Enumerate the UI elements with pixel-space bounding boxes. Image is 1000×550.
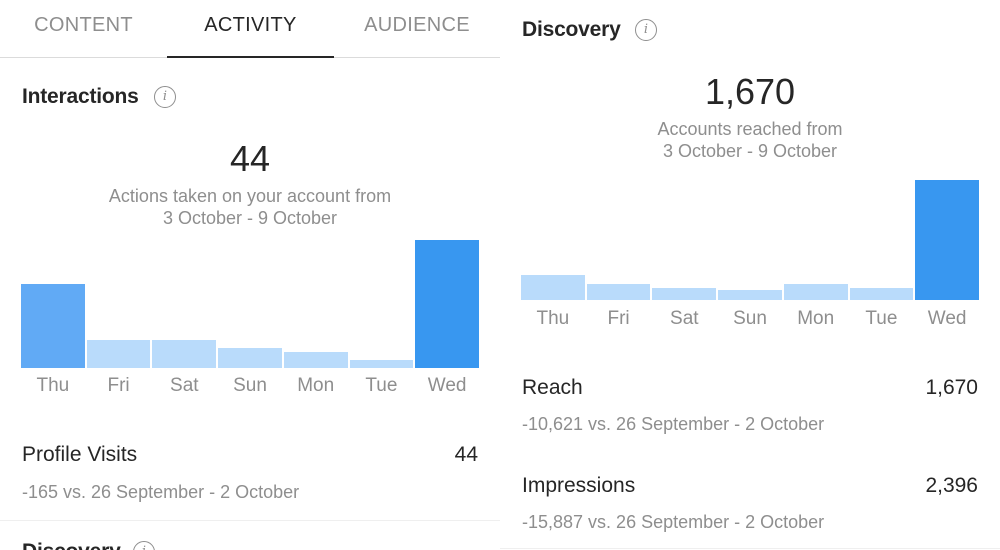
discovery-bar-sat[interactable] [652, 287, 717, 300]
info-icon[interactable]: i [133, 541, 155, 550]
discovery-chart-labels: Thu Fri Sat Sun Mon Tue Wed [521, 308, 979, 334]
metric-comparison: -15,887 vs. 26 September - 2 October [522, 512, 825, 532]
discovery-bar-mon[interactable] [783, 284, 848, 300]
discovery-subtitle-line1: Accounts reached from [657, 119, 843, 139]
interactions-subtitle-line1: Actions taken on your account from [108, 186, 392, 206]
tab-activity[interactable]: ACTIVITY [167, 0, 334, 58]
discovery-label-thu: Thu [536, 308, 570, 329]
metric-name: Impressions [522, 474, 636, 497]
profile-visits-row[interactable]: Profile Visits 44 -165 vs. 26 September … [0, 440, 500, 510]
divider [0, 520, 500, 521]
discovery-bar-thu[interactable] [521, 275, 585, 300]
interactions-bar-thu[interactable] [21, 284, 85, 368]
metric-comparison: -10,621 vs. 26 September - 2 October [522, 414, 825, 434]
discovery-bar-fri[interactable] [586, 284, 651, 300]
metric-value: 2,396 [925, 474, 978, 497]
discovery-title: Discovery [522, 18, 621, 41]
interactions-label-mon: Mon [297, 375, 335, 396]
discovery-total: 1,670 [704, 71, 796, 112]
interactions-label-sat: Sat [170, 375, 199, 396]
discovery-label-tue: Tue [865, 308, 898, 329]
discovery-label-sat: Sat [670, 308, 699, 329]
interactions-bar-sat[interactable] [152, 340, 217, 368]
insights-tab-bar: CONTENT ACTIVITY AUDIENCE [0, 0, 500, 58]
interactions-total: 44 [229, 138, 271, 179]
interactions-label-fri: Fri [107, 375, 130, 396]
discovery-label-fri: Fri [607, 308, 630, 329]
tab-content[interactable]: CONTENT [0, 0, 167, 58]
interactions-subtitle-line2: 3 October - 9 October [162, 208, 338, 228]
interactions-label-tue: Tue [365, 375, 398, 396]
discovery-bar-chart [521, 180, 979, 300]
discovery-bar-wed[interactable] [915, 180, 979, 300]
discovery-panel: Discovery i 1,670 Accounts reached from … [500, 0, 1000, 550]
interactions-label-sun: Sun [233, 375, 267, 396]
interactions-title: Interactions [22, 85, 139, 108]
metric-name: Profile Visits [22, 443, 138, 466]
info-icon[interactable]: i [154, 86, 176, 108]
activity-panel: CONTENT ACTIVITY AUDIENCE Interactions i… [0, 0, 500, 550]
reach-row[interactable]: Reach 1,670 -10,621 vs. 26 September - 2… [500, 373, 1000, 443]
metric-name: Reach [522, 376, 583, 399]
discovery-label-mon: Mon [797, 308, 835, 329]
discovery-label-wed: Wed [927, 308, 967, 329]
interactions-bar-wed[interactable] [415, 240, 479, 368]
tab-audience[interactable]: AUDIENCE [334, 0, 500, 58]
interactions-bar-chart [21, 240, 479, 368]
interactions-chart-labels: Thu Fri Sat Sun Mon Tue Wed [21, 375, 479, 401]
metric-value: 1,670 [925, 376, 978, 399]
metric-value: 44 [454, 443, 478, 466]
discovery-title-partial: Discovery [22, 540, 121, 550]
discovery-subtitle-line2: 3 October - 9 October [662, 141, 838, 161]
interactions-bar-tue[interactable] [349, 360, 414, 368]
interactions-bar-fri[interactable] [86, 340, 151, 368]
interactions-label-thu: Thu [36, 375, 70, 396]
impressions-row[interactable]: Impressions 2,396 -15,887 vs. 26 Septemb… [500, 471, 1000, 541]
interactions-bar-mon[interactable] [283, 352, 348, 368]
metric-comparison: -165 vs. 26 September - 2 October [22, 482, 300, 502]
interactions-label-wed: Wed [427, 375, 467, 396]
active-tab-indicator [167, 56, 334, 58]
info-icon[interactable]: i [635, 19, 657, 41]
discovery-bar-sun[interactable] [718, 289, 782, 300]
interactions-bar-sun[interactable] [218, 348, 282, 368]
divider [500, 548, 1000, 549]
discovery-bar-tue[interactable] [849, 288, 914, 300]
discovery-label-sun: Sun [733, 308, 767, 329]
